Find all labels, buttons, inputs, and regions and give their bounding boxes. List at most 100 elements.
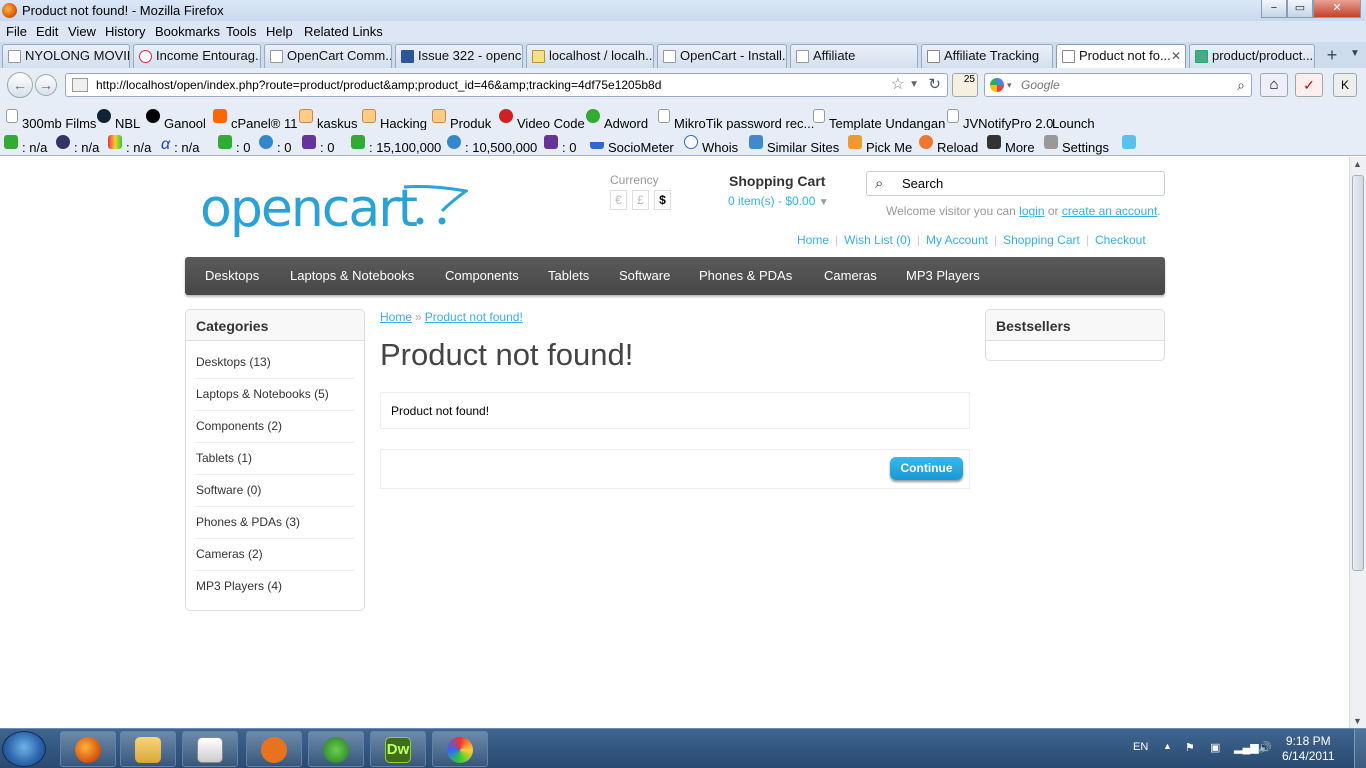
seo-google-index[interactable]: : 0	[218, 135, 250, 155]
bookmark-hacking[interactable]: Hacking	[362, 109, 427, 131]
vertical-scrollbar[interactable]: ▲ ▼	[1349, 157, 1366, 728]
category-phones[interactable]: Phones & PDAs (3)	[196, 515, 300, 529]
seo-alexa[interactable]: : n/a	[56, 135, 99, 155]
seo-settings[interactable]: Settings	[1044, 135, 1109, 155]
bookmark-300mb-films[interactable]: 300mb Films	[6, 109, 96, 131]
menu-tools[interactable]: Tools	[226, 24, 256, 39]
menu-phones[interactable]: Phones & PDAs	[699, 268, 792, 283]
link-checkout[interactable]: Checkout	[1095, 233, 1146, 247]
seo-more[interactable]: More	[987, 135, 1035, 155]
link-my-account[interactable]: My Account	[926, 233, 988, 247]
site-identity-icon[interactable]	[72, 78, 88, 92]
opencart-logo[interactable]: opencart	[200, 179, 418, 239]
bookmark-jvnotifypro[interactable]: JVNotifyPro 2.0	[947, 109, 1053, 131]
seo-yahoo-index[interactable]: : 0	[302, 135, 334, 155]
link-home[interactable]: Home	[797, 233, 829, 247]
menu-laptops[interactable]: Laptops & Notebooks	[290, 268, 414, 283]
category-mp3-players[interactable]: MP3 Players (4)	[196, 579, 282, 593]
menu-view[interactable]: View	[68, 24, 96, 39]
seo-similar-sites[interactable]: Similar Sites	[749, 135, 839, 155]
web-search-field[interactable]: ▾ Google ⌕	[984, 73, 1252, 97]
engine-dropdown-icon[interactable]: ▾	[1007, 74, 1012, 96]
home-button[interactable]: ⌂	[1260, 73, 1288, 97]
taskbar-media-player[interactable]	[182, 731, 238, 767]
category-desktops[interactable]: Desktops (13)	[196, 355, 271, 369]
store-search-input[interactable]: ⌕ Search	[866, 171, 1165, 196]
new-tab-button[interactable]: +	[1318, 45, 1346, 67]
taskbar-nero[interactable]	[246, 731, 302, 767]
url-bar[interactable]: http://localhost/open/index.php?route=pr…	[65, 73, 948, 97]
tab-opencart-community[interactable]: OpenCart Comm...	[264, 44, 392, 68]
breadcrumb-home[interactable]: Home	[380, 310, 412, 324]
tab-localhost-pma[interactable]: localhost / localh...	[526, 44, 654, 68]
menu-edit[interactable]: Edit	[36, 24, 58, 39]
seo-sociometer[interactable]: SocioMeter	[590, 135, 674, 155]
twitter-button[interactable]	[1122, 135, 1140, 150]
taskbar-firefox[interactable]	[60, 731, 116, 767]
search-icon[interactable]: ⌕	[1237, 74, 1245, 96]
menu-history[interactable]: History	[105, 24, 145, 39]
scroll-down-icon[interactable]: ▼	[1353, 716, 1362, 726]
language-indicator[interactable]: EN	[1133, 741, 1148, 753]
login-link[interactable]: login	[1019, 204, 1044, 218]
bookmark-star-icon[interactable]: ☆	[891, 74, 905, 96]
seo-reload[interactable]: Reload	[919, 135, 978, 155]
seo-yahoo-links[interactable]: : 0	[544, 135, 576, 155]
link-wishlist[interactable]: Wish List (0)	[844, 233, 911, 247]
bookmark-mikrotik[interactable]: MikroTik password rec...	[658, 109, 814, 131]
search-icon[interactable]: ⌕	[875, 172, 883, 195]
category-tablets[interactable]: Tablets (1)	[196, 451, 252, 465]
menu-components[interactable]: Components	[445, 268, 519, 283]
close-tab-icon[interactable]: ✕	[1171, 45, 1181, 67]
category-laptops[interactable]: Laptops & Notebooks (5)	[196, 387, 329, 401]
minimize-button[interactable]: −	[1261, 0, 1287, 18]
action-center-flag-icon[interactable]: ⚑	[1185, 741, 1195, 754]
menu-related-links[interactable]: Related Links	[304, 24, 383, 39]
seo-whois[interactable]: Whois	[684, 135, 738, 155]
taskbar-download-manager[interactable]	[308, 731, 364, 767]
category-software[interactable]: Software (0)	[196, 483, 261, 497]
breadcrumb-current[interactable]: Product not found!	[425, 310, 523, 324]
taskbar-explorer[interactable]	[120, 731, 176, 767]
menu-help[interactable]: Help	[266, 24, 293, 39]
bookmark-ganool[interactable]: Ganool	[146, 109, 206, 131]
bookmark-video-code[interactable]: Video Code	[499, 109, 585, 131]
seo-pick-me[interactable]: Pick Me	[848, 135, 912, 155]
bookmark-adword[interactable]: Adword	[586, 109, 648, 131]
menu-mp3-players[interactable]: MP3 Players	[906, 268, 980, 283]
tab-nyolong-movie[interactable]: NYOLONG MOVIE	[2, 44, 130, 68]
cart-summary[interactable]: 0 item(s) - $0.00 ▼	[728, 194, 829, 208]
reload-icon[interactable]: ↻	[928, 74, 941, 96]
bookmark-template-undangan[interactable]: Template Undangan	[813, 109, 945, 131]
close-window-button[interactable]: ✕	[1313, 0, 1361, 18]
currency-pound[interactable]: £	[632, 190, 649, 210]
continue-button[interactable]: Continue	[890, 457, 963, 480]
system-clock[interactable]: 9:18 PM 6/14/2011	[1282, 734, 1335, 764]
menu-bookmarks[interactable]: Bookmarks	[155, 24, 220, 39]
bookmark-cpanel[interactable]: cPanel® 11	[213, 109, 297, 131]
cart-dropdown-icon[interactable]: ▼	[819, 197, 829, 208]
create-account-link[interactable]: create an account	[1062, 204, 1157, 218]
network-signal-icon[interactable]: ▂▄▆	[1234, 741, 1259, 754]
seo-quantcast[interactable]: α: n/a	[161, 135, 199, 156]
menu-cameras[interactable]: Cameras	[824, 268, 877, 283]
tab-list-chevron-icon[interactable]: ▼	[1350, 48, 1360, 59]
tray-expand-icon[interactable]: ▲	[1163, 741, 1172, 751]
menu-desktops[interactable]: Desktops	[205, 268, 259, 283]
scroll-up-icon[interactable]: ▲	[1353, 159, 1362, 169]
category-components[interactable]: Components (2)	[196, 419, 282, 433]
tab-issue-322[interactable]: Issue 322 - openc...	[395, 44, 523, 68]
taskbar-dreamweaver[interactable]: Dw	[370, 731, 426, 767]
forward-button[interactable]: →	[35, 74, 57, 96]
taskbar-paint[interactable]	[432, 731, 488, 767]
tab-income-entourage[interactable]: Income Entourag...	[133, 44, 261, 68]
tab-product-product[interactable]: product/product...	[1189, 44, 1315, 68]
tab-affiliate-tracking[interactable]: Affiliate Tracking	[921, 44, 1053, 68]
kaspersky-icon[interactable]: ✓	[1295, 73, 1323, 97]
category-cameras[interactable]: Cameras (2)	[196, 547, 263, 561]
addon-badge-button[interactable]: 25	[952, 73, 978, 97]
device-icon[interactable]: ▣	[1210, 741, 1220, 754]
menu-software[interactable]: Software	[619, 268, 670, 283]
seo-compete[interactable]: : n/a	[108, 135, 151, 155]
maximize-button[interactable]: ▭	[1287, 0, 1313, 18]
